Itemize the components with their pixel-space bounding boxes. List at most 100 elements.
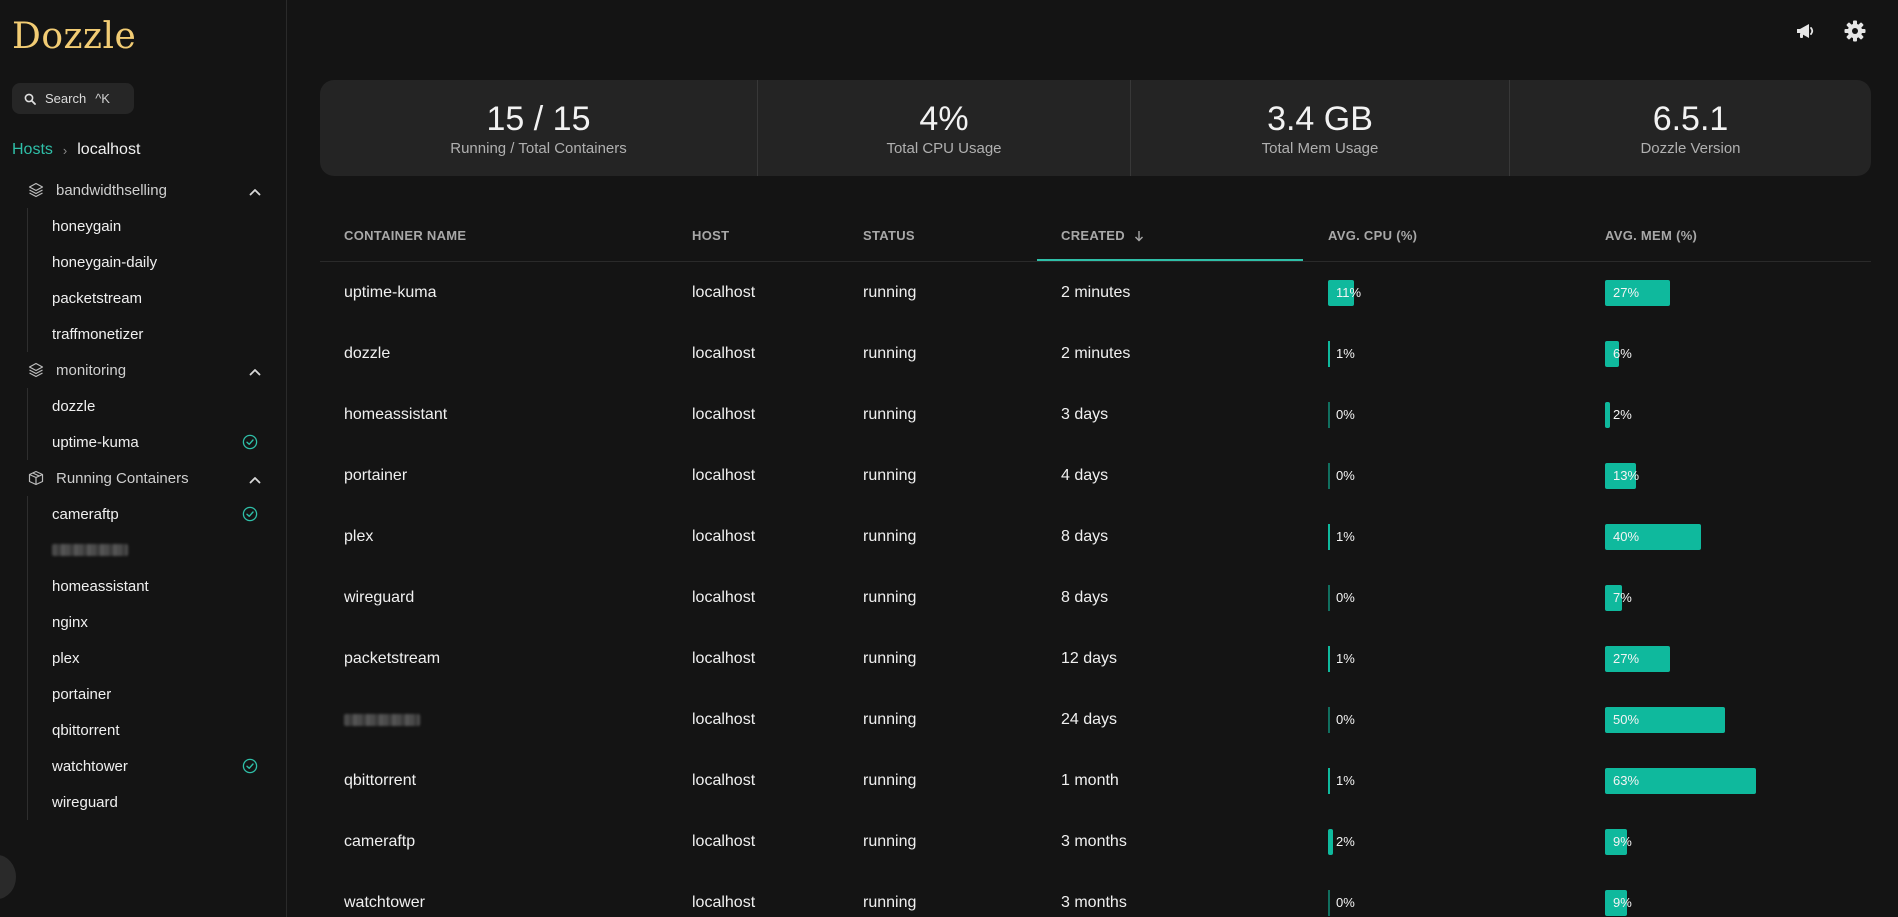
sidebar-item[interactable]: honeygain (28, 208, 287, 244)
usage-value: 27% (1613, 285, 1640, 300)
sidebar-item[interactable]: portainer (28, 676, 287, 712)
column-header-cpu[interactable]: AVG. CPU (%) (1328, 228, 1417, 243)
usage-bar (1328, 463, 1330, 489)
stat-value: 6.5.1 (1652, 99, 1729, 138)
chevron-right-icon: › (62, 142, 68, 158)
cell-mem: 27% (1605, 262, 1845, 323)
table-row[interactable]: uptime-kuma localhost running 2 minutes 11% 2… (320, 262, 1871, 323)
sidebar-item[interactable]: dozzle (28, 388, 287, 424)
stat-value: 4% (919, 99, 969, 138)
table-row[interactable]: portainer localhost running 4 days 0% 13% (320, 445, 1871, 506)
chevron-up-icon[interactable] (249, 183, 261, 200)
cell-mem: 13% (1605, 445, 1845, 506)
search-button[interactable]: Search ^K (12, 83, 134, 114)
gear-icon[interactable] (1843, 19, 1867, 43)
column-header-name[interactable]: CONTAINER NAME (344, 228, 466, 243)
column-header-status[interactable]: STATUS (863, 228, 915, 243)
sidebar-item[interactable]: wireguard (28, 784, 287, 820)
cell-host: localhost (692, 283, 756, 301)
cell-cpu: 0% (1328, 689, 1568, 750)
table-row[interactable]: qbittorrent localhost running 1 month 1% 63% (320, 750, 1871, 811)
cell-mem: 9% (1605, 872, 1845, 917)
cell-host: localhost (692, 405, 756, 423)
cell-container-name: dozzle (344, 344, 391, 362)
sidebar-item[interactable]: plex (28, 640, 287, 676)
search-icon (24, 93, 36, 105)
sidebar-toggle-button[interactable] (0, 855, 16, 899)
usage-value: 7% (1613, 590, 1632, 605)
sidebar-item-label: traffmonetizer (52, 325, 144, 343)
app-logo[interactable]: Dozzle (12, 16, 136, 57)
column-header-created[interactable]: CREATED (1061, 228, 1144, 243)
chevron-up-icon[interactable] (249, 471, 261, 488)
chevron-up-icon[interactable] (249, 363, 261, 380)
table-row[interactable]: homeassistant localhost running 3 days 0% 2% (320, 384, 1871, 445)
table-row[interactable]: plex localhost running 8 days 1% 40% (320, 506, 1871, 567)
table-row[interactable]: cameraftp localhost running 3 months 2% 9% (320, 811, 1871, 872)
sidebar-item[interactable]: traffmonetizer (28, 316, 287, 352)
cell-mem: 50% (1605, 689, 1845, 750)
sidebar-item-label: wireguard (52, 793, 118, 811)
column-header-host[interactable]: HOST (692, 228, 729, 243)
usage-value: 40% (1613, 529, 1640, 544)
usage-bar (1328, 585, 1330, 611)
sidebar-item[interactable]: uptime-kuma (28, 424, 287, 460)
table-row[interactable]: watchtower localhost running 3 months 0% 9% (320, 872, 1871, 917)
usage-value: 6% (1613, 346, 1632, 361)
sidebar: Dozzle Search ^K Hosts › localhost bandw… (0, 0, 287, 917)
usage-value: 2% (1336, 834, 1355, 849)
sidebar-item[interactable]: nginx (28, 604, 287, 640)
cell-cpu: 1% (1328, 750, 1568, 811)
usage-value: 27% (1613, 651, 1640, 666)
sidebar-item-label: cameraftp (52, 505, 119, 523)
stat-value: 15 / 15 (486, 99, 591, 138)
cell-cpu: 0% (1328, 384, 1568, 445)
sidebar-item[interactable]: watchtower (28, 748, 287, 784)
table-row[interactable]: packetstream localhost running 12 days 1% 27% (320, 628, 1871, 689)
cell-status: running (863, 405, 917, 423)
sidebar-item[interactable]: packetstream (28, 280, 287, 316)
sidebar-item-label: homeassistant (52, 577, 149, 595)
sidebar-item-label: honeygain (52, 217, 122, 235)
table-row[interactable]: localhost running 24 days 0% 50% (320, 689, 1871, 750)
sidebar-group[interactable]: bandwidthselling (0, 172, 287, 208)
usage-bar (1605, 402, 1610, 428)
sidebar-item[interactable]: qbittorrent (28, 712, 287, 748)
cell-cpu: 1% (1328, 506, 1568, 567)
sidebar-item[interactable]: homeassistant (28, 568, 287, 604)
healthy-check-icon (242, 758, 258, 778)
cell-host: localhost (692, 832, 756, 850)
cell-cpu: 0% (1328, 445, 1568, 506)
app: Dozzle Search ^K Hosts › localhost bandw… (0, 0, 1898, 917)
stat-label: Dozzle Version (1640, 139, 1741, 157)
sidebar-item[interactable]: honeygain-daily (28, 244, 287, 280)
sidebar-item-label: uptime-kuma (52, 433, 139, 451)
sidebar-item-label: portainer (52, 685, 112, 703)
usage-value: 9% (1613, 834, 1632, 849)
sidebar-group[interactable]: monitoring (0, 352, 287, 388)
cell-status: running (863, 710, 917, 728)
column-header-mem[interactable]: AVG. MEM (%) (1605, 228, 1697, 243)
table-row[interactable]: wireguard localhost running 8 days 0% 7% (320, 567, 1871, 628)
sidebar-item-label: packetstream (52, 289, 143, 307)
usage-value: 13% (1613, 468, 1640, 483)
cell-cpu: 11% (1328, 262, 1568, 323)
breadcrumb-hosts-link[interactable]: Hosts (12, 141, 53, 159)
healthy-check-icon (242, 506, 258, 526)
cell-mem: 27% (1605, 628, 1845, 689)
usage-value: 2% (1613, 407, 1632, 422)
cell-status: running (863, 283, 917, 301)
table-row[interactable]: dozzle localhost running 2 minutes 1% 6% (320, 323, 1871, 384)
healthy-check-icon (242, 434, 258, 454)
usage-value: 0% (1336, 590, 1355, 605)
sidebar-item[interactable]: cameraftp (28, 496, 287, 532)
sidebar-group[interactable]: Running Containers (0, 460, 287, 496)
cell-mem: 2% (1605, 384, 1845, 445)
breadcrumb: Hosts › localhost (12, 141, 140, 159)
megaphone-icon[interactable] (1794, 19, 1818, 43)
sidebar-item-label: plex (52, 649, 80, 667)
sidebar-item-label: dozzle (52, 397, 96, 415)
sidebar-item[interactable] (28, 532, 287, 568)
sidebar-nav: bandwidthselling honeygain honeygain-daily… (0, 172, 287, 820)
breadcrumb-current-host: localhost (77, 141, 141, 158)
